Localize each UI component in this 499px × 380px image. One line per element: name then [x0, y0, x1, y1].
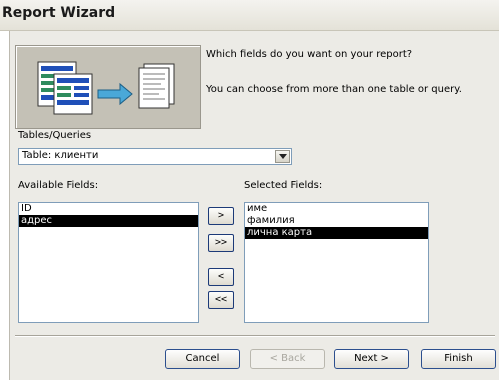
- tables-queries-label-text: Tables/Queries: [18, 130, 92, 141]
- list-item[interactable]: фамилия: [245, 215, 428, 227]
- list-item-selected[interactable]: лична карта: [245, 227, 428, 239]
- window-title: Report Wizard: [2, 5, 116, 21]
- available-fields-list[interactable]: ID адрес: [18, 202, 199, 323]
- list-item[interactable]: име: [245, 203, 428, 215]
- list-item-selected[interactable]: адрес: [19, 215, 198, 227]
- list-item[interactable]: ID: [19, 203, 198, 215]
- next-button[interactable]: Next >: [334, 349, 409, 369]
- add-field-button[interactable]: >: [208, 207, 234, 225]
- selected-fields-label: Selected Fields:: [244, 180, 323, 191]
- title-bar[interactable]: Report Wizard: [0, 0, 499, 31]
- remove-field-button[interactable]: <: [208, 268, 234, 286]
- report-illustration-icon: [37, 61, 175, 115]
- available-fields-label: Available Fields:: [18, 180, 99, 191]
- chevron-down-icon: [278, 154, 287, 159]
- dropdown-button[interactable]: [275, 150, 290, 163]
- tables-queries-select[interactable]: Table: клиенти: [18, 148, 292, 165]
- intro-line-2: You can choose from more than one table …: [206, 84, 462, 95]
- tables-queries-label: Tables/Queries: [18, 130, 91, 141]
- intro-line-1: Which fields do you want on your report?: [206, 49, 413, 60]
- wizard-illustration: [15, 45, 201, 129]
- cancel-button[interactable]: Cancel: [165, 349, 240, 369]
- selected-fields-list[interactable]: име фамилия лична карта: [244, 202, 429, 323]
- remove-all-fields-button[interactable]: <<: [208, 291, 234, 309]
- tables-queries-value: Table: клиенти: [22, 150, 99, 161]
- finish-button[interactable]: Finish: [421, 349, 496, 369]
- footer-divider: [15, 335, 495, 337]
- add-all-fields-button[interactable]: >>: [208, 234, 234, 252]
- back-button[interactable]: < Back: [250, 349, 325, 369]
